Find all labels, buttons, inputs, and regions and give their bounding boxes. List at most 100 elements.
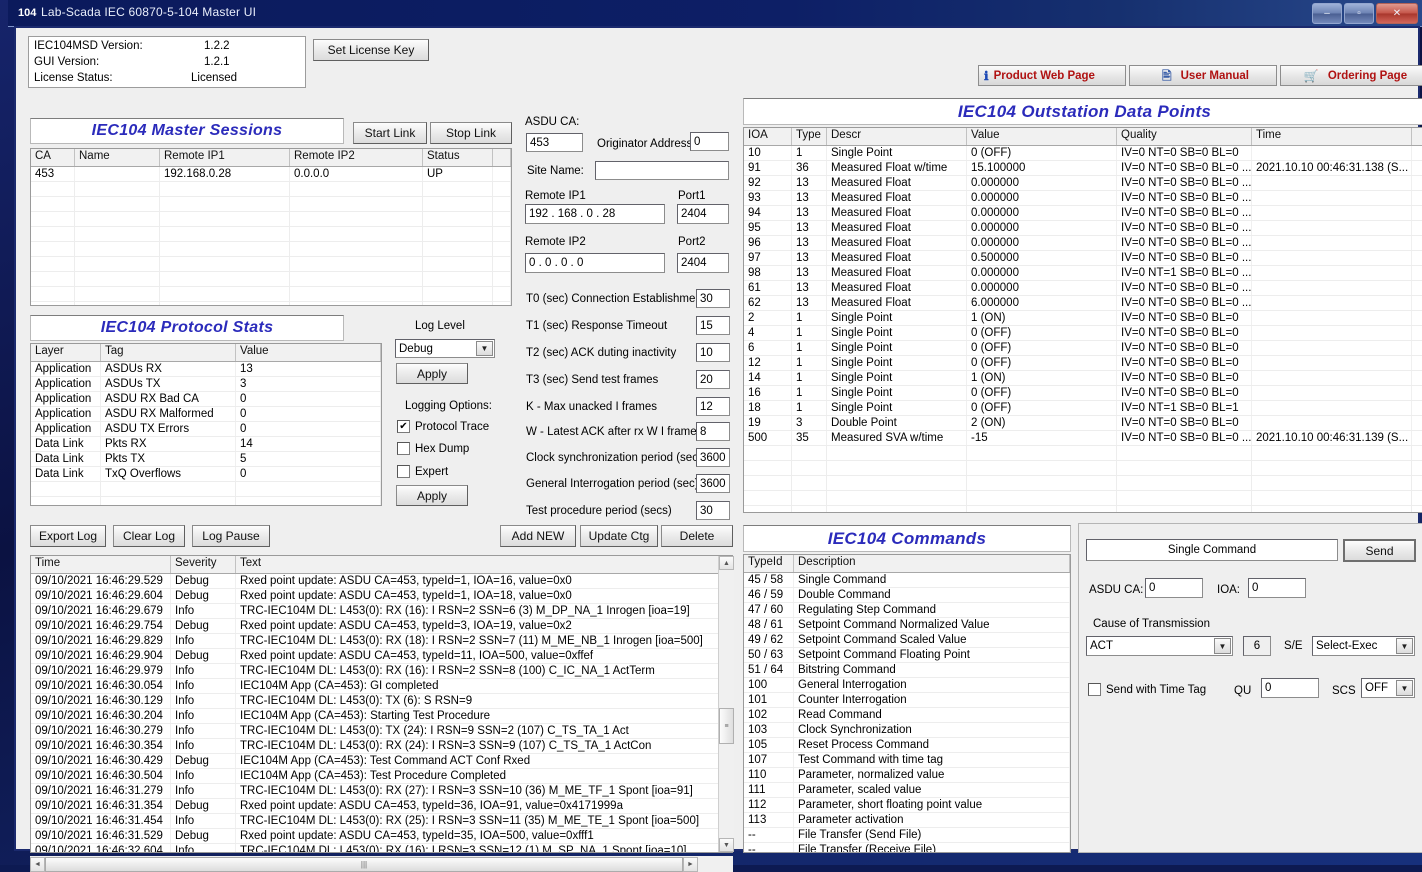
- apply-logging-options-button[interactable]: Apply: [396, 485, 468, 506]
- start-link-button[interactable]: Start Link: [353, 122, 427, 144]
- table-row[interactable]: 61Single Point0 (OFF)IV=0 NT=0 SB=0 BL=0: [744, 341, 1422, 356]
- stats-table[interactable]: Layer Tag Value ApplicationASDUs RX13App…: [30, 343, 382, 506]
- table-row[interactable]: --File Transfer (Send File): [744, 828, 1070, 843]
- maximize-button[interactable]: ▫: [1344, 3, 1374, 24]
- table-row[interactable]: 09/10/2021 16:46:29.754DebugRxed point u…: [31, 619, 732, 634]
- table-row[interactable]: 9136Measured Float w/time15.100000IV=0 N…: [744, 161, 1422, 176]
- export-log-button[interactable]: Export Log: [30, 525, 106, 547]
- table-row[interactable]: 9213Measured Float0.000000IV=0 NT=0 SB=0…: [744, 176, 1422, 191]
- log-horizontal-scrollbar[interactable]: ◄ ||| ►: [30, 856, 733, 872]
- table-row[interactable]: 9413Measured Float0.000000IV=0 NT=0 SB=0…: [744, 206, 1422, 221]
- update-cfg-button[interactable]: Update Ctg: [580, 525, 658, 547]
- cause-of-transmission-select[interactable]: ACT ▼: [1086, 636, 1233, 656]
- site-name-input[interactable]: [595, 161, 729, 180]
- table-row[interactable]: 6113Measured Float0.000000IV=0 NT=0 SB=0…: [744, 281, 1422, 296]
- table-row[interactable]: 9313Measured Float0.000000IV=0 NT=0 SB=0…: [744, 191, 1422, 206]
- table-row[interactable]: --File Transfer (Receive File): [744, 843, 1070, 853]
- table-row[interactable]: 110Parameter, normalized value: [744, 768, 1070, 783]
- table-row[interactable]: 09/10/2021 16:46:30.279InfoTRC-IEC104M D…: [31, 724, 732, 739]
- cmd-asdu-ca-input[interactable]: 0: [1145, 578, 1203, 598]
- table-row[interactable]: 100General Interrogation: [744, 678, 1070, 693]
- table-row[interactable]: 121Single Point0 (OFF)IV=0 NT=0 SB=0 BL=…: [744, 356, 1422, 371]
- table-row[interactable]: Data LinkTxQ Overflows0: [31, 467, 381, 482]
- table-row[interactable]: ApplicationASDUs TX3: [31, 377, 381, 392]
- cmd-ioa-input[interactable]: 0: [1248, 578, 1306, 598]
- table-row[interactable]: 49 / 62Setpoint Command Scaled Value: [744, 633, 1070, 648]
- table-row[interactable]: 09/10/2021 16:46:31.529DebugRxed point u…: [31, 829, 732, 844]
- product-web-page-link[interactable]: ℹ Product Web Page: [978, 65, 1126, 86]
- table-row[interactable]: 09/10/2021 16:46:30.204InfoIEC104M App (…: [31, 709, 732, 724]
- table-row[interactable]: 453 192.168.0.28 0.0.0.0 UP: [31, 167, 511, 182]
- log-vertical-scrollbar[interactable]: ▲ ≡ ▼: [718, 556, 734, 852]
- timer-input-2[interactable]: 10: [696, 343, 730, 362]
- table-row[interactable]: 103Clock Synchronization: [744, 723, 1070, 738]
- clear-log-button[interactable]: Clear Log: [113, 525, 185, 547]
- table-row[interactable]: 9713Measured Float0.500000IV=0 NT=0 SB=0…: [744, 251, 1422, 266]
- port1-input[interactable]: 2404: [677, 204, 729, 224]
- minimize-button[interactable]: –: [1312, 3, 1342, 24]
- table-row[interactable]: 47 / 60Regulating Step Command: [744, 603, 1070, 618]
- table-row[interactable]: 09/10/2021 16:46:29.829InfoTRC-IEC104M D…: [31, 634, 732, 649]
- user-manual-link[interactable]: 🖹 User Manual: [1129, 65, 1277, 86]
- log-level-select[interactable]: Debug ▼: [395, 339, 495, 358]
- checkbox-box[interactable]: [397, 442, 410, 455]
- table-row[interactable]: 09/10/2021 16:46:29.679InfoTRC-IEC104M D…: [31, 604, 732, 619]
- timer-input-5[interactable]: 8: [696, 422, 730, 441]
- log-pause-button[interactable]: Log Pause: [192, 525, 270, 547]
- hex-dump-checkbox[interactable]: Hex Dump: [397, 442, 469, 455]
- table-row[interactable]: 193Double Point2 (ON)IV=0 NT=0 SB=0 BL=0: [744, 416, 1422, 431]
- table-row[interactable]: 50035Measured SVA w/time-15IV=0 NT=0 SB=…: [744, 431, 1422, 446]
- timer-input-6[interactable]: 3600: [696, 448, 730, 467]
- table-row[interactable]: 9513Measured Float0.000000IV=0 NT=0 SB=0…: [744, 221, 1422, 236]
- table-row[interactable]: 09/10/2021 16:46:31.279InfoTRC-IEC104M D…: [31, 784, 732, 799]
- table-row[interactable]: 09/10/2021 16:46:29.604DebugRxed point u…: [31, 589, 732, 604]
- chevron-down-icon[interactable]: ▼: [1396, 638, 1413, 654]
- table-row[interactable]: 09/10/2021 16:46:30.504InfoIEC104M App (…: [31, 769, 732, 784]
- table-row[interactable]: 51 / 64Bitstring Command: [744, 663, 1070, 678]
- select-exec-dropdown[interactable]: Select-Exec ▼: [1312, 636, 1415, 656]
- table-row[interactable]: 111Parameter, scaled value: [744, 783, 1070, 798]
- timer-input-4[interactable]: 12: [696, 397, 730, 416]
- chevron-down-icon[interactable]: ▼: [476, 341, 493, 356]
- ordering-page-link[interactable]: 🛒 Ordering Page: [1280, 65, 1422, 86]
- port2-input[interactable]: 2404: [677, 253, 729, 273]
- table-row[interactable]: 09/10/2021 16:46:30.429DebugIEC104M App …: [31, 754, 732, 769]
- sessions-table[interactable]: CA Name Remote IP1 Remote IP2 Status 453…: [30, 148, 512, 306]
- table-row[interactable]: 141Single Point1 (ON)IV=0 NT=0 SB=0 BL=0: [744, 371, 1422, 386]
- table-row[interactable]: 105Reset Process Command: [744, 738, 1070, 753]
- table-row[interactable]: 107Test Command with time tag: [744, 753, 1070, 768]
- delete-button[interactable]: Delete: [661, 525, 733, 547]
- chevron-down-icon[interactable]: ▼: [1214, 638, 1231, 654]
- timer-input-3[interactable]: 20: [696, 370, 730, 389]
- timer-input-1[interactable]: 15: [696, 316, 730, 335]
- remote-ip2-input[interactable]: 0 . 0 . 0 . 0: [525, 253, 665, 273]
- scs-dropdown[interactable]: OFF ▼: [1361, 678, 1415, 698]
- table-row[interactable]: 9613Measured Float0.000000IV=0 NT=0 SB=0…: [744, 236, 1422, 251]
- apply-log-level-button[interactable]: Apply: [396, 363, 468, 384]
- table-row[interactable]: 101Single Point0 (OFF)IV=0 NT=0 SB=0 BL=…: [744, 146, 1422, 161]
- table-row[interactable]: 41Single Point0 (OFF)IV=0 NT=0 SB=0 BL=0: [744, 326, 1422, 341]
- table-row[interactable]: 09/10/2021 16:46:32.604InfoTRC-IEC104M D…: [31, 844, 732, 853]
- table-row[interactable]: 112Parameter, short floating point value: [744, 798, 1070, 813]
- expert-checkbox[interactable]: Expert: [397, 465, 448, 478]
- datapoints-table[interactable]: IOA Type Descr Value Quality Time 101Sin…: [743, 127, 1422, 513]
- table-row[interactable]: Data LinkPkts TX5: [31, 452, 381, 467]
- table-row[interactable]: 9813Measured Float0.000000IV=0 NT=1 SB=0…: [744, 266, 1422, 281]
- table-row[interactable]: ApplicationASDU TX Errors0: [31, 422, 381, 437]
- scroll-left-icon[interactable]: ◄: [30, 857, 45, 872]
- table-row[interactable]: ApplicationASDU RX Malformed0: [31, 407, 381, 422]
- checkbox-box[interactable]: ✔: [397, 420, 410, 433]
- table-row[interactable]: 161Single Point0 (OFF)IV=0 NT=0 SB=0 BL=…: [744, 386, 1422, 401]
- protocol-trace-checkbox[interactable]: ✔ Protocol Trace: [397, 420, 489, 433]
- table-row[interactable]: 09/10/2021 16:46:30.354InfoTRC-IEC104M D…: [31, 739, 732, 754]
- set-license-key-button[interactable]: Set License Key: [313, 39, 429, 61]
- table-row[interactable]: 6213Measured Float6.000000IV=0 NT=0 SB=0…: [744, 296, 1422, 311]
- table-row[interactable]: 101Counter Interrogation: [744, 693, 1070, 708]
- originator-address-input[interactable]: 0: [690, 132, 729, 151]
- log-scroll-thumb[interactable]: ≡: [719, 708, 734, 744]
- table-row[interactable]: ApplicationASDU RX Bad CA0: [31, 392, 381, 407]
- table-row[interactable]: 09/10/2021 16:46:30.129InfoTRC-IEC104M D…: [31, 694, 732, 709]
- table-row[interactable]: 09/10/2021 16:46:29.529DebugRxed point u…: [31, 574, 732, 589]
- table-row[interactable]: 102Read Command: [744, 708, 1070, 723]
- table-row[interactable]: 46 / 59Double Command: [744, 588, 1070, 603]
